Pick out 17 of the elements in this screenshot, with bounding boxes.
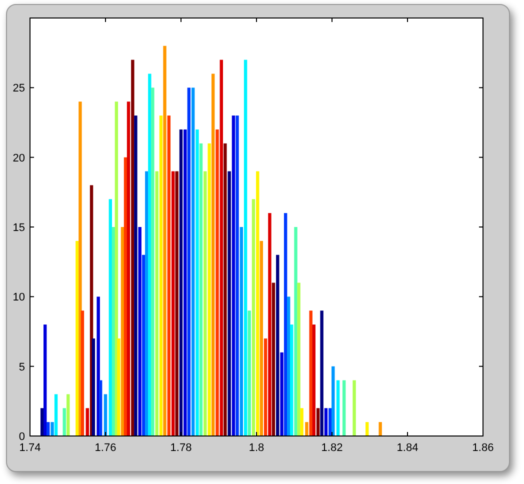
y-tick-label: 15 — [12, 222, 25, 234]
histogram-bar — [378, 422, 382, 436]
x-tick-label: 1.78 — [170, 442, 192, 454]
y-tick-label: 0 — [18, 431, 25, 443]
x-tick-label: 1.76 — [94, 442, 116, 454]
y-tick-label: 25 — [12, 82, 25, 95]
y-tick-label: 10 — [12, 292, 25, 304]
x-tick-label: 1.74 — [19, 442, 41, 454]
histogram-bar — [342, 380, 346, 436]
x-tick-label: 1.84 — [396, 442, 418, 454]
y-tick-label: 5 — [18, 361, 25, 374]
histogram-bar — [366, 422, 369, 436]
x-tick-label: 1.86 — [472, 442, 494, 454]
y-tick-label: 20 — [12, 152, 25, 164]
histogram-bar — [352, 380, 356, 436]
x-tick-label: 1.8 — [248, 442, 264, 454]
x-tick-label: 1.82 — [321, 442, 343, 454]
